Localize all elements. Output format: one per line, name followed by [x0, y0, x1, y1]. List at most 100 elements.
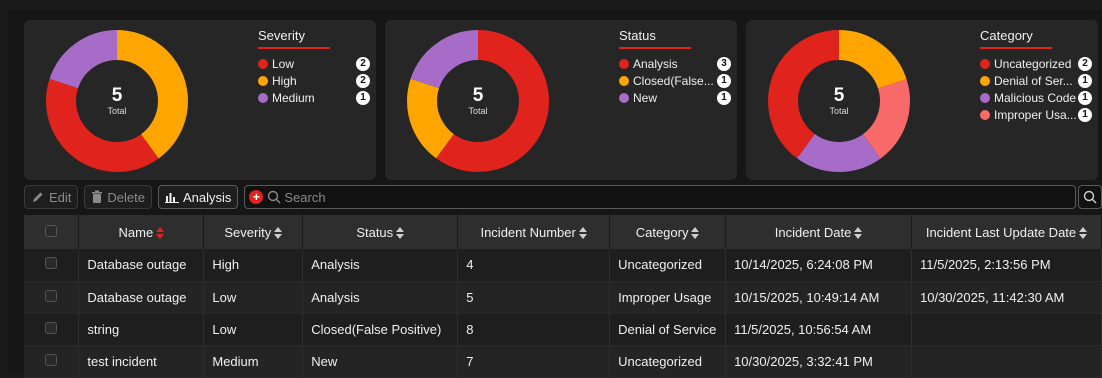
column-label: Incident Number — [480, 224, 576, 240]
severity-legend: Severity Low 2 High 2 Medium 1 — [258, 28, 370, 106]
row-checkbox-cell[interactable] — [24, 345, 80, 378]
row-checkbox[interactable] — [45, 321, 58, 334]
column-label: Status — [356, 224, 394, 240]
dot-icon — [980, 75, 990, 86]
legend-label: High — [272, 73, 297, 88]
legend-count: 2 — [356, 73, 370, 88]
cell-incident-date: 11/5/2025, 10:56:54 AM — [725, 313, 912, 346]
legend-label: Malicious Code — [994, 90, 1076, 105]
column-label: Name — [118, 224, 154, 240]
legend-item-denial[interactable]: Denial of Ser... 1 — [980, 72, 1092, 89]
cell-last-update-date: 11/5/2025, 2:13:56 PM — [911, 249, 1102, 282]
legend-title: Status — [619, 28, 656, 43]
legend-label: New — [633, 90, 658, 105]
cell-name: test incident — [78, 345, 205, 378]
severity-donut-chart — [46, 30, 188, 172]
chart-cards: 5 Total Severity Low 2 High 2 Medium 1 5… — [24, 20, 1102, 180]
edit-button[interactable]: Edit — [24, 185, 79, 209]
table-row[interactable]: string Low Closed(False Positive) 8 Deni… — [24, 313, 1102, 346]
cell-name: Database outage — [78, 281, 205, 314]
sort-icon — [854, 227, 863, 240]
search-box[interactable]: + — [244, 185, 1076, 209]
column-header-name[interactable]: Name — [78, 215, 205, 249]
column-header-incident-date[interactable]: Incident Date — [725, 215, 912, 249]
search-input[interactable] — [284, 189, 1075, 205]
column-header-category[interactable]: Category — [609, 215, 727, 249]
category-legend: Category Uncategorized 2 Denial of Ser...… — [980, 28, 1092, 123]
legend-title: Severity — [258, 28, 305, 43]
legend-item-uncategorized[interactable]: Uncategorized 2 — [980, 55, 1092, 72]
cell-category: Uncategorized — [609, 345, 727, 378]
cell-incident-date: 10/30/2025, 3:32:41 PM — [725, 345, 912, 378]
select-all-checkbox-cell[interactable] — [24, 215, 80, 249]
legend-label: Low — [272, 56, 295, 71]
cell-incident-number: 5 — [457, 281, 611, 314]
legend-underline — [258, 47, 330, 49]
cell-severity: High — [203, 249, 304, 282]
delete-button[interactable]: Delete — [84, 185, 152, 209]
cell-status: Closed(False Positive) — [302, 313, 459, 346]
table-row[interactable]: Database outage High Analysis 4 Uncatego… — [24, 249, 1102, 282]
legend-count: 2 — [356, 56, 370, 71]
legend-label: Closed(False... — [633, 73, 714, 88]
row-checkbox[interactable] — [45, 353, 58, 366]
cell-incident-number: 8 — [457, 313, 611, 346]
bar-chart-icon — [164, 193, 179, 203]
legend-item-closed[interactable]: Closed(False... 1 — [619, 72, 731, 89]
cell-category: Improper Usage — [609, 281, 727, 314]
cell-name: string — [78, 313, 205, 346]
row-checkbox-cell[interactable] — [24, 281, 80, 314]
legend-item-analysis[interactable]: Analysis 3 — [619, 55, 731, 72]
legend-label: Improper Usa... — [994, 107, 1076, 122]
severity-chart-card: 5 Total Severity Low 2 High 2 Medium 1 — [24, 20, 376, 180]
legend-count: 1 — [1078, 73, 1092, 88]
row-checkbox[interactable] — [45, 257, 58, 270]
legend-count: 1 — [1078, 107, 1092, 122]
dot-icon — [258, 75, 268, 86]
cell-last-update-date — [911, 313, 1102, 346]
sort-icon — [274, 227, 283, 240]
column-header-incident-number[interactable]: Incident Number — [457, 215, 611, 249]
cell-incident-date: 10/15/2025, 10:49:14 AM — [725, 281, 912, 314]
legend-label: Uncategorized — [994, 56, 1072, 71]
column-header-status[interactable]: Status — [302, 215, 459, 249]
dot-icon — [619, 58, 629, 69]
legend-item-new[interactable]: New 1 — [619, 89, 731, 106]
cell-last-update-date: 10/30/2025, 11:42:30 AM — [911, 281, 1102, 314]
table-toolbar: Edit Delete Analysis + — [24, 184, 1102, 210]
sort-icon — [396, 227, 405, 240]
incidents-table: Name Severity Status Incident Number Cat… — [24, 215, 1102, 378]
analysis-button[interactable]: Analysis — [157, 185, 239, 209]
sort-icon — [578, 227, 587, 240]
legend-item-medium[interactable]: Medium 1 — [258, 89, 370, 106]
table-row[interactable]: Database outage Low Analysis 5 Improper … — [24, 281, 1102, 314]
cell-category: Denial of Service — [609, 313, 727, 346]
table-row[interactable]: test incident Medium New 7 Uncategorized… — [24, 345, 1102, 378]
cell-status: Analysis — [302, 249, 459, 282]
add-filter-icon[interactable]: + — [249, 190, 264, 204]
select-all-checkbox[interactable] — [45, 224, 58, 237]
search-icon — [1083, 190, 1097, 204]
search-button[interactable] — [1078, 185, 1102, 209]
row-checkbox[interactable] — [45, 289, 58, 302]
legend-item-high[interactable]: High 2 — [258, 72, 370, 89]
category-chart-card: 5 Total Category Uncategorized 2 Denial o… — [746, 20, 1098, 180]
legend-count: 3 — [717, 56, 731, 71]
legend-count: 2 — [1078, 56, 1092, 71]
column-header-last-update-date[interactable]: Incident Last Update Date — [911, 215, 1102, 249]
row-checkbox-cell[interactable] — [24, 313, 80, 346]
legend-title: Category — [980, 28, 1033, 43]
cell-name: Database outage — [78, 249, 205, 282]
row-checkbox-cell[interactable] — [24, 249, 80, 282]
legend-count: 1 — [717, 90, 731, 105]
dot-icon — [980, 92, 990, 103]
delete-label: Delete — [107, 189, 145, 205]
legend-item-low[interactable]: Low 2 — [258, 55, 370, 72]
sort-icon — [156, 227, 165, 240]
column-header-severity[interactable]: Severity — [203, 215, 304, 249]
cell-severity: Low — [203, 313, 304, 346]
legend-underline — [619, 47, 691, 49]
pencil-icon — [33, 192, 43, 202]
legend-item-improper[interactable]: Improper Usa... 1 — [980, 106, 1092, 123]
legend-item-malicious[interactable]: Malicious Code 1 — [980, 89, 1092, 106]
